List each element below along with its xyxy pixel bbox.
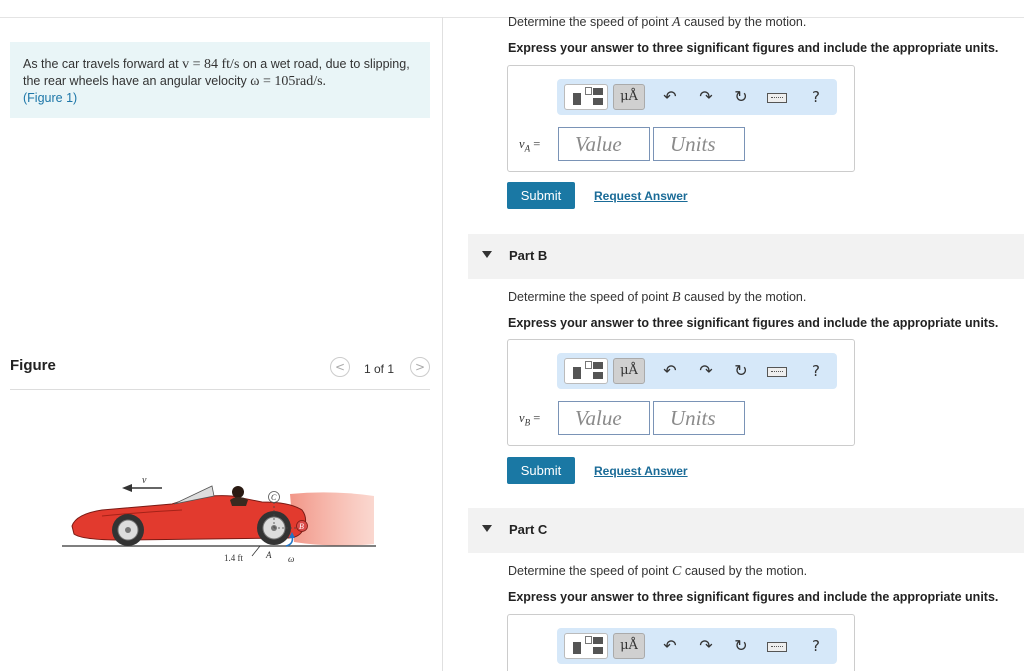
value-input[interactable] <box>558 401 650 435</box>
label-dimension: 1.4 ft <box>224 553 243 563</box>
templates-icon[interactable] <box>564 358 608 384</box>
value-input[interactable] <box>558 127 650 161</box>
column-divider <box>442 17 443 671</box>
reset-icon[interactable]: ↻ <box>729 633 753 659</box>
velocity-expression: v = 84 ft/s <box>182 57 240 72</box>
part-c-answer-box: μÅ ↶ ↷ ↻ ? <box>507 614 855 671</box>
keyboard-icon[interactable] <box>765 358 791 384</box>
label-v: v <box>142 475 147 486</box>
part-b-header[interactable]: Part B <box>468 234 1024 279</box>
omega-expression: ω = 105rad/s. <box>250 74 327 89</box>
help-icon[interactable]: ? <box>804 358 828 384</box>
part-b-answer-box: μÅ ↶ ↷ ↻ ? vB = <box>507 339 855 446</box>
part-a-instruction: Express your answer to three significant… <box>508 41 999 55</box>
part-b-request-answer-link[interactable]: Request Answer <box>594 464 688 478</box>
keyboard-icon[interactable] <box>765 84 791 110</box>
help-icon[interactable]: ? <box>804 633 828 659</box>
part-b-title: Part B <box>509 248 548 263</box>
part-b-prompt-before: Determine the speed of point <box>508 290 669 304</box>
part-c-instruction: Express your answer to three significant… <box>508 590 999 604</box>
label-omega: ω <box>288 554 294 564</box>
part-c-title: Part C <box>509 522 548 537</box>
undo-icon[interactable]: ↶ <box>658 633 682 659</box>
figure-title: Figure <box>10 357 56 374</box>
part-a-answer-box: μÅ ↶ ↷ ↻ ? vA = <box>507 65 855 172</box>
part-b-instruction: Express your answer to three significant… <box>508 316 999 330</box>
var-subscript: B <box>524 417 531 428</box>
templates-icon[interactable] <box>564 84 608 110</box>
part-a-variable-label: vA = <box>519 137 540 154</box>
part-a-prompt-before: Determine the speed of point <box>508 15 669 29</box>
problem-text-1: As the car travels forward at <box>23 57 179 71</box>
undo-icon[interactable]: ↶ <box>658 358 682 384</box>
reset-icon[interactable]: ↻ <box>729 84 753 110</box>
figure-link[interactable]: (Figure 1) <box>23 91 77 105</box>
equals-sign: = <box>533 137 541 151</box>
keyboard-icon[interactable] <box>765 633 791 659</box>
var-subscript: A <box>524 143 531 154</box>
units-button[interactable]: μÅ <box>613 84 645 110</box>
part-b-prompt-after: caused by the motion. <box>684 290 807 304</box>
part-c-prompt-before: Determine the speed of point <box>508 564 669 578</box>
math-toolbar: μÅ ↶ ↷ ↻ ? <box>557 628 837 664</box>
figure-header: Figure < 1 of 1 > <box>10 357 430 390</box>
math-toolbar: μÅ ↶ ↷ ↻ ? <box>557 79 837 115</box>
part-b-submit-button[interactable]: Submit <box>507 457 575 484</box>
help-icon[interactable]: ? <box>804 84 828 110</box>
part-a-point: A <box>672 15 681 30</box>
part-a-prompt: Determine the speed of point A caused by… <box>508 15 806 31</box>
driver-head <box>232 486 244 498</box>
chevron-left-icon[interactable]: < <box>330 357 350 377</box>
equals-sign: = <box>533 411 541 425</box>
figure-counter: 1 of 1 <box>364 362 395 376</box>
label-B: B <box>299 522 304 531</box>
part-b-prompt: Determine the speed of point B caused by… <box>508 290 806 306</box>
caret-down-icon <box>482 525 492 532</box>
label-C: C <box>271 493 277 502</box>
units-input[interactable] <box>653 401 745 435</box>
redo-icon[interactable]: ↷ <box>694 84 718 110</box>
redo-icon[interactable]: ↷ <box>694 358 718 384</box>
units-button[interactable]: μÅ <box>613 633 645 659</box>
problem-statement: As the car travels forward at v = 84 ft/… <box>10 42 430 118</box>
templates-icon[interactable] <box>564 633 608 659</box>
caret-down-icon <box>482 251 492 258</box>
redo-icon[interactable]: ↷ <box>694 633 718 659</box>
units-button[interactable]: μÅ <box>613 358 645 384</box>
part-c-header[interactable]: Part C <box>468 508 1024 553</box>
part-b-variable-label: vB = <box>519 411 540 428</box>
reset-icon[interactable]: ↻ <box>729 358 753 384</box>
math-toolbar: μÅ ↶ ↷ ↻ ? <box>557 353 837 389</box>
part-c-point: C <box>672 564 682 579</box>
part-a-submit-button[interactable]: Submit <box>507 182 575 209</box>
undo-icon[interactable]: ↶ <box>658 84 682 110</box>
car-figure: v C B A ω 1.4 ft <box>62 475 376 564</box>
chevron-right-icon[interactable]: > <box>410 357 430 377</box>
part-a-prompt-after: caused by the motion. <box>684 15 807 29</box>
part-a-request-answer-link[interactable]: Request Answer <box>594 189 688 203</box>
units-input[interactable] <box>653 127 745 161</box>
part-b-point: B <box>672 290 681 305</box>
part-c-prompt: Determine the speed of point C caused by… <box>508 564 807 580</box>
part-c-prompt-after: caused by the motion. <box>684 564 808 578</box>
label-A: A <box>265 550 272 560</box>
